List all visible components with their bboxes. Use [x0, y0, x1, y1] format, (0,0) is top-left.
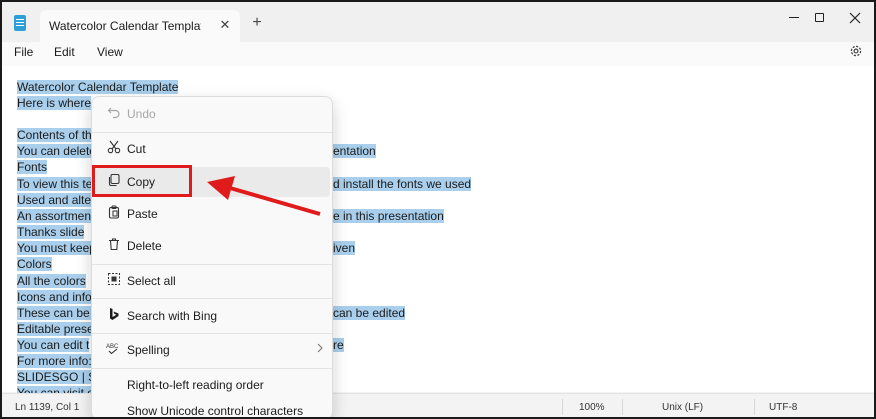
notepad-window: Watercolor Calendar Template by S ✕ + Fi… [0, 0, 876, 419]
annotation-arrow-icon [207, 176, 321, 216]
